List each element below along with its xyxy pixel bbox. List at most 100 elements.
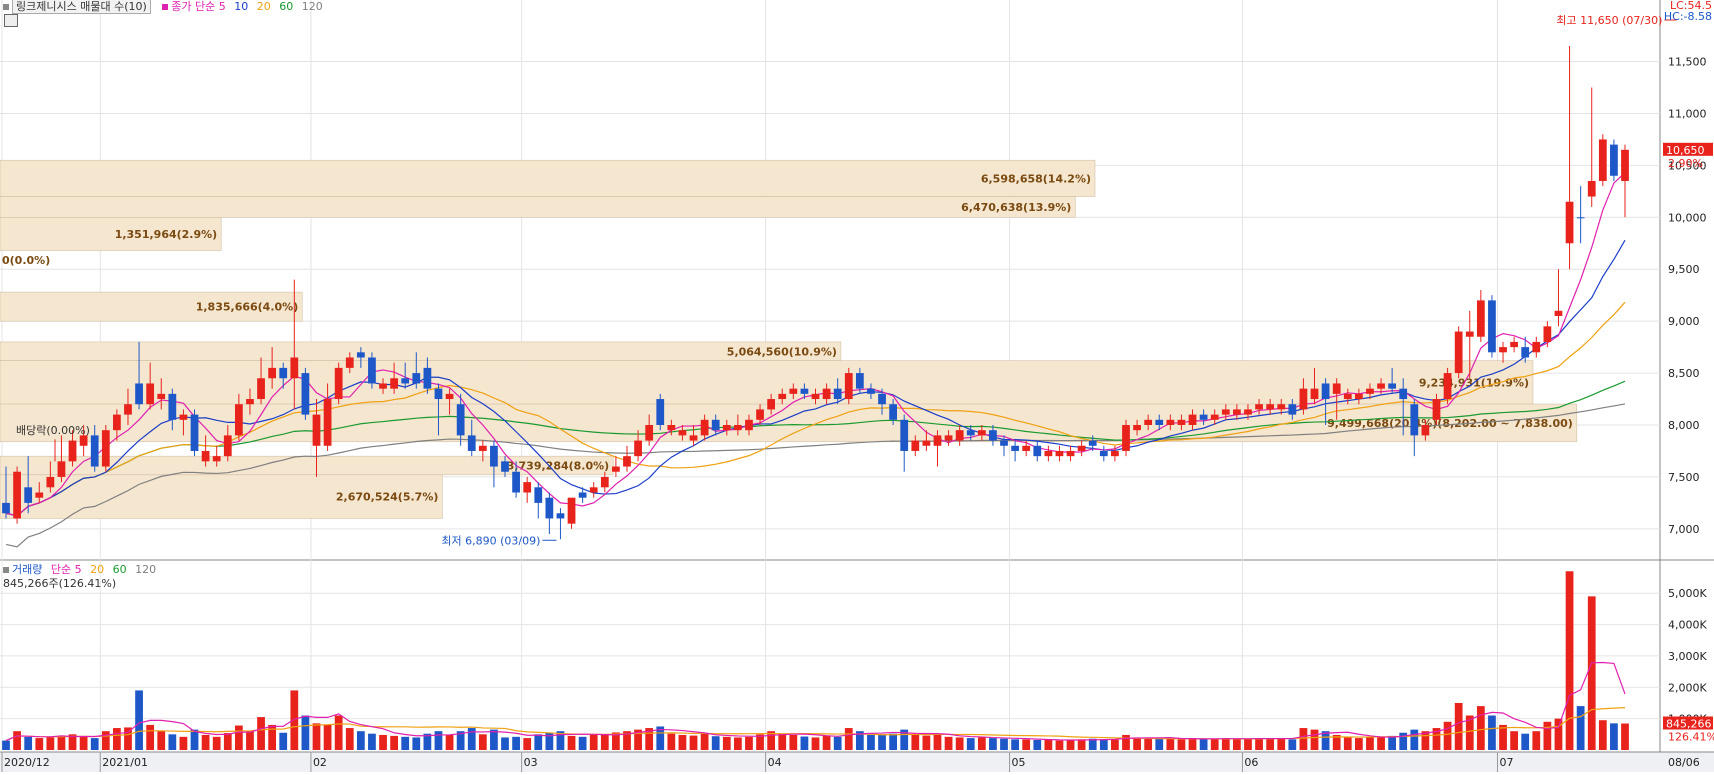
candle-body[interactable] — [1576, 217, 1585, 219]
volume-bar[interactable] — [745, 736, 753, 750]
candle-body[interactable] — [811, 393, 820, 400]
volume-bar[interactable] — [146, 724, 155, 750]
candle-body[interactable] — [501, 461, 509, 472]
candle-body[interactable] — [612, 466, 620, 472]
candle-body[interactable] — [722, 425, 731, 431]
volume-bar[interactable] — [478, 734, 487, 750]
volume-bar[interactable] — [889, 733, 898, 750]
volume-bar[interactable] — [90, 738, 99, 750]
candle-body[interactable] — [1133, 425, 1141, 431]
volume-bar[interactable] — [1155, 739, 1164, 750]
volume-bar[interactable] — [257, 717, 265, 750]
candle-body[interactable] — [345, 357, 354, 368]
volume-bar[interactable] — [1410, 729, 1419, 750]
volume-bar[interactable] — [79, 736, 88, 750]
stock-chart-svg[interactable]: 7,0007,5008,0008,5009,0009,50010,00010,5… — [0, 0, 1714, 772]
volume-bar[interactable] — [1366, 737, 1374, 750]
volume-ma20-label[interactable]: 20 — [90, 563, 104, 576]
ma120-label[interactable]: 120 — [302, 0, 323, 13]
candle-body[interactable] — [390, 378, 398, 389]
candle-body[interactable] — [1011, 445, 1019, 451]
candle-body[interactable] — [412, 373, 421, 384]
candle-body[interactable] — [1554, 310, 1563, 316]
candle-body[interactable] — [212, 456, 221, 462]
volume-bar[interactable] — [534, 734, 543, 750]
candle-body[interactable] — [113, 414, 121, 431]
volume-bar[interactable] — [1066, 739, 1075, 750]
volume-bar[interactable] — [667, 733, 676, 750]
candle-body[interactable] — [844, 373, 853, 400]
candle-body[interactable] — [1476, 300, 1485, 337]
candle-body[interactable] — [733, 425, 742, 431]
volume-bar[interactable] — [1033, 739, 1042, 750]
volume-bar[interactable] — [1310, 729, 1319, 750]
candle-body[interactable] — [279, 367, 288, 379]
candle-body[interactable] — [379, 383, 387, 389]
candle-body[interactable] — [745, 419, 753, 431]
volume-ma60-label[interactable]: 60 — [113, 563, 127, 576]
volume-bar[interactable] — [1277, 738, 1286, 750]
candle-body[interactable] — [1088, 440, 1097, 446]
candle-body[interactable] — [1210, 414, 1219, 420]
volume-bar[interactable] — [512, 736, 520, 750]
volume-bar[interactable] — [1188, 738, 1197, 750]
volume-bar[interactable] — [733, 737, 742, 750]
volume-bar[interactable] — [212, 736, 221, 750]
volume-bar[interactable] — [1166, 738, 1175, 750]
candle-body[interactable] — [401, 378, 410, 384]
volume-bar[interactable] — [190, 729, 199, 750]
volume-bar[interactable] — [1221, 738, 1230, 750]
candle-body[interactable] — [157, 393, 166, 400]
volume-bar[interactable] — [24, 736, 33, 750]
volume-bar[interactable] — [1476, 706, 1485, 750]
candle-body[interactable] — [490, 445, 498, 467]
volume-label[interactable]: 거래량 — [12, 563, 42, 576]
candle-body[interactable] — [1343, 393, 1352, 400]
candle-body[interactable] — [268, 367, 277, 379]
candle-body[interactable] — [1366, 388, 1374, 394]
volume-bar[interactable] — [168, 734, 177, 750]
candle-body[interactable] — [24, 487, 33, 503]
ma60-label[interactable]: 60 — [279, 0, 293, 13]
volume-bar[interactable] — [1011, 739, 1019, 750]
candle-body[interactable] — [90, 435, 99, 467]
volume-bar[interactable] — [811, 737, 820, 750]
candle-body[interactable] — [1233, 409, 1241, 415]
candle-body[interactable] — [900, 419, 909, 451]
volume-bar[interactable] — [523, 738, 532, 750]
candle-body[interactable] — [1587, 180, 1596, 197]
candle-body[interactable] — [101, 430, 110, 467]
candle-body[interactable] — [822, 388, 831, 400]
candle-body[interactable] — [1532, 341, 1541, 353]
candle-body[interactable] — [855, 373, 864, 389]
volume-bar[interactable] — [379, 734, 387, 750]
volume-bar[interactable] — [578, 736, 587, 750]
volume-bar[interactable] — [390, 735, 398, 750]
volume-bar[interactable] — [1099, 739, 1108, 750]
volume-bar[interactable] — [57, 735, 66, 750]
volume-bar[interactable] — [445, 734, 454, 750]
candle-body[interactable] — [190, 414, 199, 451]
volume-bar[interactable] — [1000, 738, 1008, 750]
volume-bar[interactable] — [911, 734, 920, 750]
candle-body[interactable] — [234, 404, 243, 436]
volume-bar[interactable] — [1266, 738, 1275, 750]
volume-bar[interactable] — [1022, 739, 1031, 750]
candle-body[interactable] — [445, 393, 454, 400]
volume-bar[interactable] — [501, 737, 509, 750]
candle-body[interactable] — [523, 482, 532, 493]
candle-body[interactable] — [1443, 373, 1452, 400]
candle-body[interactable] — [667, 425, 676, 431]
candle-body[interactable] — [1321, 383, 1330, 400]
volume-bar[interactable] — [1598, 720, 1607, 750]
candle-body[interactable] — [135, 383, 143, 405]
candle-body[interactable] — [168, 393, 177, 420]
candle-body[interactable] — [467, 435, 476, 451]
candle-body[interactable] — [1610, 144, 1618, 176]
volume-bar[interactable] — [1621, 723, 1629, 750]
candle-body[interactable] — [35, 492, 44, 498]
volume-bar[interactable] — [600, 734, 609, 750]
volume-bar[interactable] — [1055, 740, 1064, 750]
candle-body[interactable] — [456, 404, 465, 436]
volume-bar[interactable] — [101, 731, 110, 750]
